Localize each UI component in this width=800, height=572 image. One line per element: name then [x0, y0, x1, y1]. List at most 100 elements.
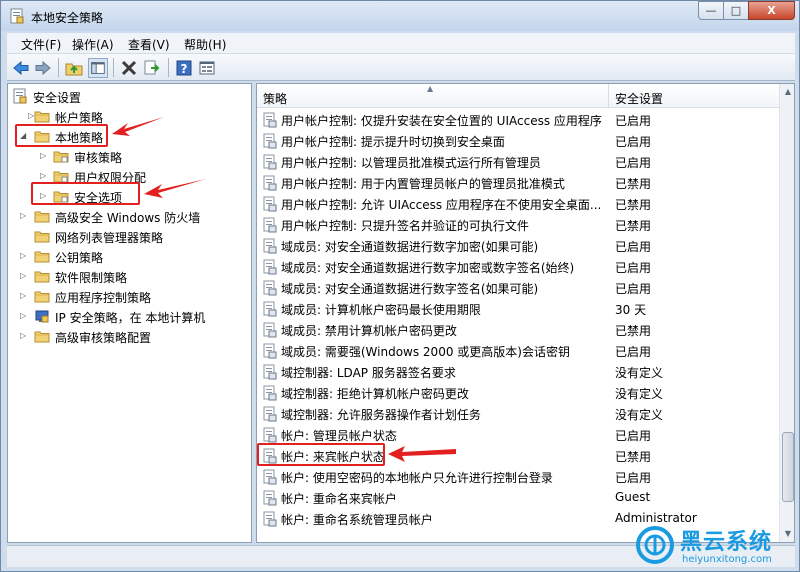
- tree-root[interactable]: 安全设置: [8, 86, 248, 106]
- folder-icon: [34, 231, 50, 243]
- policy-name: 域成员: 计算机帐户密码最长使用期限: [281, 303, 481, 317]
- menu-view[interactable]: 查看(V): [128, 36, 170, 53]
- security-policy-icon: [10, 8, 24, 24]
- column-header-policy[interactable]: ▲ 策略: [257, 84, 609, 108]
- table-row[interactable]: 用户帐户控制: 以管理员批准模式运行所有管理员 已启用: [257, 151, 779, 172]
- table-row[interactable]: 域成员: 需要强(Windows 2000 或更高版本)会话密钥 已启用: [257, 340, 779, 361]
- tree-item[interactable]: ▷ 软件限制策略: [8, 266, 248, 286]
- tree-pane: 安全设置 ▷ 帐户策略 ◢ 本地策略 ▷ 审核策略 ▷ 用户权限分配 ▷ 安全选项 ▷ 高级安全 Wi…: [7, 83, 252, 543]
- column-header-setting[interactable]: 安全设置: [609, 84, 779, 108]
- table-row[interactable]: 域成员: 对安全通道数据进行数字加密(如果可能) 已启用: [257, 235, 779, 256]
- policy-name: 用户帐户控制: 只提升签名并验证的可执行文件: [281, 219, 529, 233]
- sort-asc-icon: ▲: [427, 84, 434, 93]
- app-window: 本地安全策略 — □ X 文件(F) 操作(A) 查看(V) 帮助(H) ? 安…: [0, 0, 800, 572]
- tree-item[interactable]: ▷ 审核策略: [8, 146, 248, 166]
- table-row[interactable]: 用户帐户控制: 只提升签名并验证的可执行文件 已禁用: [257, 214, 779, 235]
- policy-name: 域控制器: LDAP 服务器签名要求: [281, 366, 456, 380]
- policy-item-icon: [263, 364, 277, 380]
- policy-name: 帐户: 使用空密码的本地帐户只允许进行控制台登录: [281, 471, 553, 485]
- expand-arrow-icon[interactable]: ▷: [20, 271, 26, 280]
- policy-item-icon: [263, 406, 277, 422]
- menu-file[interactable]: 文件(F): [21, 36, 61, 53]
- tree-item[interactable]: ▷ 公钥策略: [8, 246, 248, 266]
- tree-item[interactable]: 网络列表管理器策略: [8, 226, 248, 246]
- delete-icon[interactable]: [119, 58, 139, 78]
- table-row[interactable]: 域控制器: LDAP 服务器签名要求 没有定义: [257, 361, 779, 382]
- policy-name: 域成员: 禁用计算机帐户密码更改: [281, 324, 457, 338]
- policy-setting: 没有定义: [615, 408, 664, 422]
- column-header-label: 策略: [263, 92, 288, 106]
- highlight-box-guest-account: [257, 443, 385, 466]
- expand-arrow-icon[interactable]: ▷: [20, 251, 26, 260]
- expand-arrow-icon[interactable]: ▷: [20, 331, 26, 340]
- scroll-up-icon[interactable]: ▲: [780, 84, 794, 100]
- policy-name: 域成员: 对安全通道数据进行数字加密或数字签名(始终): [281, 261, 575, 275]
- policy-item-icon: [263, 217, 277, 233]
- properties-icon[interactable]: [197, 58, 217, 78]
- scrollbar-thumb[interactable]: [782, 432, 794, 502]
- policy-setting: 已启用: [615, 261, 652, 275]
- close-button[interactable]: X: [748, 1, 795, 20]
- tree-item[interactable]: ▷ 高级安全 Windows 防火墙: [8, 206, 248, 226]
- minimize-button[interactable]: —: [698, 1, 724, 20]
- tree-item-label: IP 安全策略，在 本地计算机: [55, 311, 206, 325]
- up-folder-icon[interactable]: [64, 58, 84, 78]
- watermark-title: 黑云系统: [680, 530, 773, 555]
- policy-name: 帐户: 重命名系统管理员帐户: [281, 513, 433, 527]
- forward-icon[interactable]: [33, 58, 53, 78]
- table-row[interactable]: 域控制器: 允许服务器操作者计划任务 没有定义: [257, 403, 779, 424]
- expand-arrow-icon[interactable]: ▷: [20, 311, 26, 320]
- policy-setting: 没有定义: [615, 366, 664, 380]
- menu-help[interactable]: 帮助(H): [184, 36, 226, 53]
- policy-name: 帐户: 管理员帐户状态: [281, 429, 397, 443]
- expand-arrow-icon[interactable]: ▷: [20, 291, 26, 300]
- tree-item-label: 应用程序控制策略: [55, 291, 152, 305]
- policy-setting: 没有定义: [615, 387, 664, 401]
- table-row[interactable]: 帐户: 使用空密码的本地帐户只允许进行控制台登录 已启用: [257, 466, 779, 487]
- toolbar-separator: [58, 58, 59, 77]
- table-row[interactable]: 域成员: 禁用计算机帐户密码更改 已禁用: [257, 319, 779, 340]
- tree-item[interactable]: ▷ 应用程序控制策略: [8, 286, 248, 306]
- help-icon[interactable]: ?: [174, 58, 194, 78]
- table-row[interactable]: 帐户: 重命名来宾帐户 Guest: [257, 487, 779, 508]
- tree-item[interactable]: ▷ IP 安全策略，在 本地计算机: [8, 306, 248, 326]
- expand-arrow-icon[interactable]: ▷: [20, 211, 26, 220]
- highlight-box-security-options: [31, 182, 140, 205]
- table-row[interactable]: 域成员: 对安全通道数据进行数字签名(如果可能) 已启用: [257, 277, 779, 298]
- policy-name: 用户帐户控制: 用于内置管理员帐户的管理员批准模式: [281, 177, 565, 191]
- policy-name: 域控制器: 拒绝计算机帐户密码更改: [281, 387, 469, 401]
- policy-setting: 已启用: [615, 240, 652, 254]
- table-row[interactable]: 用户帐户控制: 仅提升安装在安全位置的 UIAccess 应用程序 已启用: [257, 109, 779, 130]
- watermark: 黑云系统 heiyunxitong.com: [636, 524, 796, 570]
- tree-item[interactable]: ▷ 高级审核策略配置: [8, 326, 248, 346]
- toolbar-separator: [113, 58, 114, 77]
- policy-setting: Administrator: [615, 511, 697, 525]
- tree-item-label: 公钥策略: [55, 251, 104, 265]
- policy-item-icon: [263, 511, 277, 527]
- table-row[interactable]: 用户帐户控制: 提示提升时切换到安全桌面 已启用: [257, 130, 779, 151]
- show-tree-icon[interactable]: [88, 58, 108, 78]
- menu-action[interactable]: 操作(A): [72, 36, 114, 53]
- title-bar[interactable]: 本地安全策略 — □ X: [1, 1, 799, 31]
- policy-setting: 已禁用: [615, 324, 652, 338]
- folder-icon: [34, 251, 50, 263]
- policy-setting: 已启用: [615, 345, 652, 359]
- policy-name: 域成员: 需要强(Windows 2000 或更高版本)会话密钥: [281, 345, 570, 359]
- expand-arrow-icon[interactable]: ▷: [40, 171, 46, 180]
- policy-setting: 已启用: [615, 135, 652, 149]
- table-row[interactable]: 域成员: 计算机帐户密码最长使用期限 30 天: [257, 298, 779, 319]
- table-row[interactable]: 用户帐户控制: 允许 UIAccess 应用程序在不使用安全桌面... 已禁用: [257, 193, 779, 214]
- tree-item-label: 高级审核策略配置: [55, 331, 152, 345]
- table-row[interactable]: 用户帐户控制: 用于内置管理员帐户的管理员批准模式 已禁用: [257, 172, 779, 193]
- toolbar: ?: [7, 54, 795, 81]
- export-icon[interactable]: [142, 58, 162, 78]
- folder-icon: [34, 291, 50, 303]
- expand-arrow-icon[interactable]: ▷: [40, 151, 46, 160]
- back-icon[interactable]: [11, 58, 31, 78]
- table-row[interactable]: 域成员: 对安全通道数据进行数字加密或数字签名(始终) 已启用: [257, 256, 779, 277]
- vertical-scrollbar[interactable]: ▲ ▼: [779, 84, 794, 542]
- table-row[interactable]: 域控制器: 拒绝计算机帐户密码更改 没有定义: [257, 382, 779, 403]
- policy-item-icon: [263, 469, 277, 485]
- maximize-button[interactable]: □: [723, 1, 749, 20]
- table-row[interactable]: 帐户: 管理员帐户状态 已启用: [257, 424, 779, 445]
